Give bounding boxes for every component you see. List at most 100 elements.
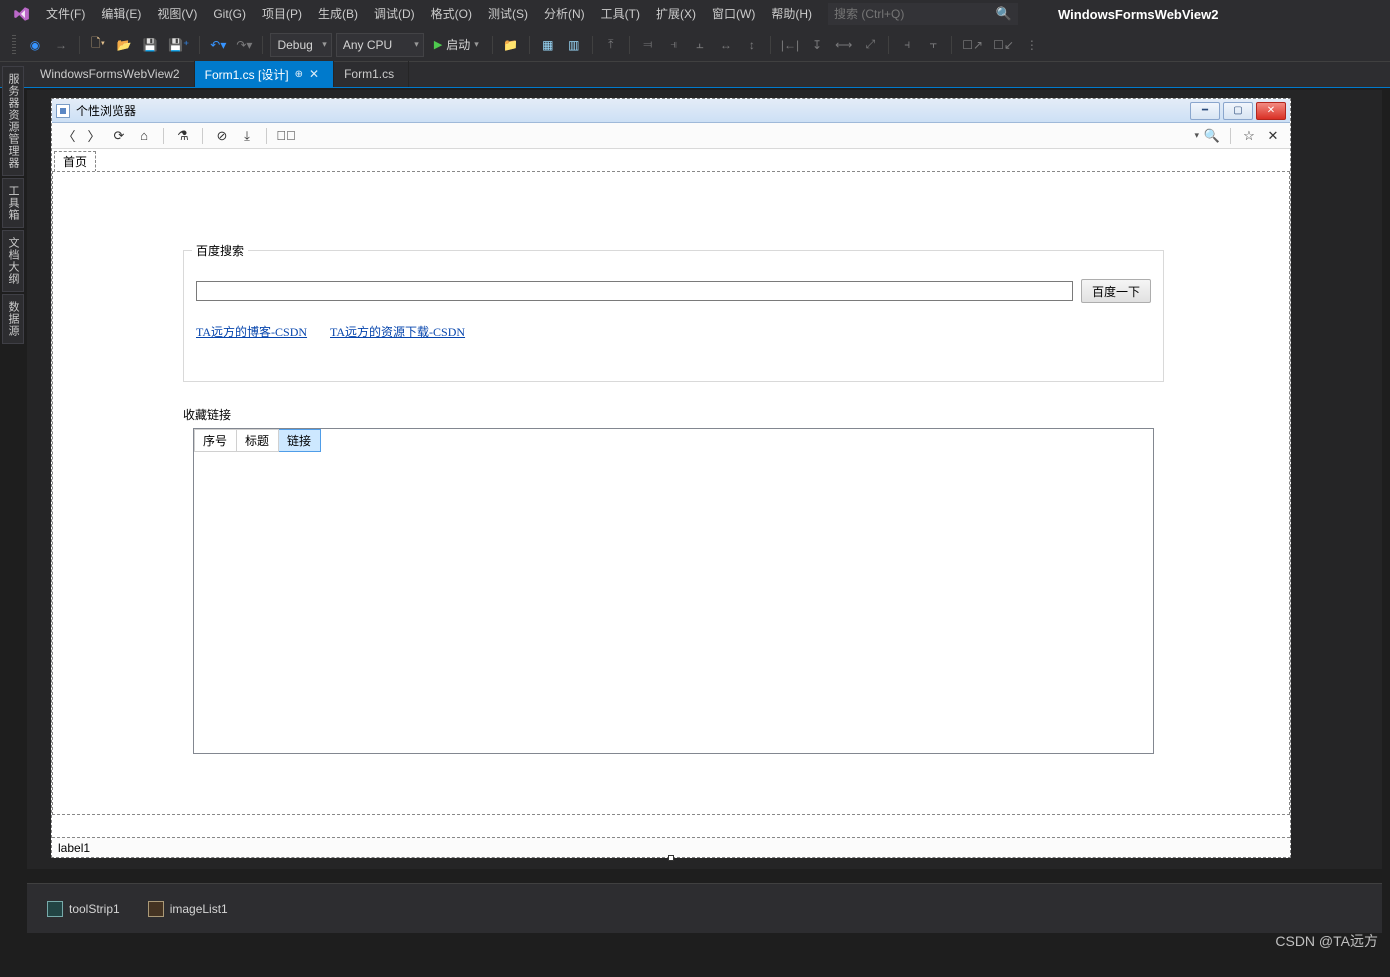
resize-handle[interactable] xyxy=(668,855,674,861)
start-debug-button[interactable]: ▶ 启动 ▾ xyxy=(428,33,485,57)
menu-test[interactable]: 测试(S) xyxy=(480,0,536,28)
menu-view[interactable]: 视图(V) xyxy=(149,0,205,28)
tray-label: imageList1 xyxy=(170,902,228,916)
spacing-icon-2[interactable]: ↧ xyxy=(806,33,828,57)
document-tab-well: WindowsFormsWebView2 Form1.cs [设计] ⊕ ✕ F… xyxy=(0,62,1390,88)
stop-icon[interactable]: ⊘ xyxy=(211,125,233,147)
link-blog[interactable]: TA远方的博客-CSDN xyxy=(196,323,307,340)
layout-icon-3[interactable]: ⫠ xyxy=(689,33,711,57)
menu-edit[interactable]: 编辑(E) xyxy=(93,0,149,28)
menu-help[interactable]: 帮助(H) xyxy=(763,0,820,28)
menu-extensions[interactable]: 扩展(X) xyxy=(648,0,704,28)
undo-button[interactable]: ↶▾ xyxy=(207,33,229,57)
favorite-icon[interactable]: ☆ xyxy=(1238,125,1260,147)
tray-imagelist[interactable]: imageList1 xyxy=(148,901,228,917)
close-button[interactable]: ✕ xyxy=(1256,102,1286,120)
pin-icon[interactable]: ⊕ xyxy=(295,69,303,80)
tray-toolstrip[interactable]: toolStrip1 xyxy=(47,901,120,917)
toolbox-tab[interactable]: 工具箱 xyxy=(2,178,24,228)
spacing-icon-3[interactable]: ⟷ xyxy=(832,33,855,57)
align-left-icon[interactable]: ⤒ xyxy=(600,33,622,57)
nav-forward-button[interactable]: → xyxy=(50,33,72,57)
menu-tools[interactable]: 工具(T) xyxy=(593,0,648,28)
tool-icon-1[interactable]: 📁 xyxy=(500,33,522,57)
search-submit-button[interactable]: 百度一下 xyxy=(1081,279,1151,303)
order-icon-2[interactable]: ☐↙ xyxy=(990,33,1017,57)
favorites-datagrid[interactable]: 序号 标题 链接 xyxy=(193,428,1154,754)
save-all-button[interactable]: 💾⁺ xyxy=(165,33,192,57)
menu-build[interactable]: 生成(B) xyxy=(310,0,366,28)
spacing-icon-4[interactable]: ⤢ xyxy=(859,33,881,57)
col-title[interactable]: 标题 xyxy=(237,430,279,452)
order-icon-1[interactable]: ☐↗ xyxy=(959,33,986,57)
tab-page[interactable]: 百度搜索 百度一下 TA远方的博客-CSDN TA远方的资源下载-CSDN 收藏… xyxy=(52,171,1290,815)
tab-home[interactable]: 首页 xyxy=(54,151,96,172)
main-toolbar: ◉ → 🗋▾ 📂 💾 💾⁺ ↶▾ ↷▾ Debug Any CPU ▶ 启动 ▾… xyxy=(0,28,1390,62)
toolbar-separator xyxy=(592,36,593,54)
new-item-button[interactable]: 🗋▾ xyxy=(87,33,109,57)
designer-surface[interactable]: 个性浏览器 ━ ▢ ✕ 〈 〉 ⟳ ⌂ ⚗ ⊘ ⤓ ✓⃝ ▾ 🔍 ☆ ✕ xyxy=(27,90,1382,869)
layout-icon-4[interactable]: ↔ xyxy=(715,33,737,57)
server-explorer-tab[interactable]: 服务器资源管理器 xyxy=(2,66,24,176)
close-icon[interactable]: ✕ xyxy=(309,67,319,81)
global-search-input[interactable] xyxy=(828,3,1018,25)
dropdown-icon[interactable]: ▾ xyxy=(1194,130,1199,141)
dist-icon-2[interactable]: ⫟ xyxy=(922,33,944,57)
redo-button[interactable]: ↷▾ xyxy=(233,33,255,57)
home-icon[interactable]: ⌂ xyxy=(133,125,155,147)
datasources-tab[interactable]: 数据源 xyxy=(2,294,24,344)
doc-outline-tab[interactable]: 文档大纲 xyxy=(2,230,24,292)
layout-icon-1[interactable]: ⫤ xyxy=(637,33,659,57)
menu-window[interactable]: 窗口(W) xyxy=(704,0,763,28)
tab-designer[interactable]: Form1.cs [设计] ⊕ ✕ xyxy=(195,61,334,87)
winform-titlebar: 个性浏览器 ━ ▢ ✕ xyxy=(52,99,1290,123)
menu-project[interactable]: 项目(P) xyxy=(254,0,310,28)
toolstrip-icon xyxy=(47,901,63,917)
layout-icon-5[interactable]: ↕ xyxy=(741,33,763,57)
layout-icon-2[interactable]: ⫣ xyxy=(663,33,685,57)
winform-root[interactable]: 个性浏览器 ━ ▢ ✕ 〈 〉 ⟳ ⌂ ⚗ ⊘ ⤓ ✓⃝ ▾ 🔍 ☆ ✕ xyxy=(51,98,1291,858)
browser-toolstrip: 〈 〉 ⟳ ⌂ ⚗ ⊘ ⤓ ✓⃝ ▾ 🔍 ☆ ✕ xyxy=(52,123,1290,149)
menu-git[interactable]: Git(G) xyxy=(205,0,254,28)
tool-icon-3[interactable]: ▥ xyxy=(563,33,585,57)
col-link[interactable]: 链接 xyxy=(279,430,321,452)
tab-code[interactable]: Form1.cs xyxy=(334,61,409,87)
dist-icon-1[interactable]: ⫞ xyxy=(896,33,918,57)
link-download[interactable]: TA远方的资源下载-CSDN xyxy=(330,323,465,340)
menubar: 文件(F) 编辑(E) 视图(V) Git(G) 项目(P) 生成(B) 调试(… xyxy=(0,0,1390,28)
spacing-icon-1[interactable]: |←| xyxy=(778,33,802,57)
open-file-button[interactable]: 📂 xyxy=(113,33,135,57)
toolbar-separator xyxy=(951,36,952,54)
config-dropdown[interactable]: Debug xyxy=(270,33,331,57)
minimize-button[interactable]: ━ xyxy=(1190,102,1220,120)
search-textbox[interactable] xyxy=(196,281,1073,301)
menu-format[interactable]: 格式(O) xyxy=(423,0,480,28)
nav-forward-icon[interactable]: 〉 xyxy=(83,125,105,147)
search-group-title: 百度搜索 xyxy=(192,242,248,259)
clear-icon[interactable]: ✕ xyxy=(1262,125,1284,147)
tool-icon-2[interactable]: ▦ xyxy=(537,33,559,57)
platform-dropdown[interactable]: Any CPU xyxy=(336,33,424,57)
winform-statusbar: label1 xyxy=(52,837,1290,857)
search-icon[interactable]: 🔍 xyxy=(1201,125,1223,147)
tab-project[interactable]: WindowsFormsWebView2 xyxy=(30,61,195,87)
menu-analyze[interactable]: 分析(N) xyxy=(536,0,593,28)
toolbar-grip[interactable] xyxy=(12,35,16,55)
save-button[interactable]: 💾 xyxy=(139,33,161,57)
nav-back-button[interactable]: ◉ xyxy=(24,33,46,57)
download-icon[interactable]: ⤓ xyxy=(236,125,258,147)
watermark-text: CSDN @TA远方 xyxy=(1275,931,1378,951)
nav-back-icon[interactable]: 〈 xyxy=(58,125,80,147)
order-icon-3[interactable]: ⋮ xyxy=(1021,33,1043,57)
toolbar-separator xyxy=(79,36,80,54)
check-icon[interactable]: ✓⃝ xyxy=(275,125,297,147)
refresh-icon[interactable]: ⟳ xyxy=(108,125,130,147)
flask-icon[interactable]: ⚗ xyxy=(172,125,194,147)
maximize-button[interactable]: ▢ xyxy=(1223,102,1253,120)
ts-separator xyxy=(1230,128,1231,144)
ts-separator xyxy=(202,128,203,144)
menu-debug[interactable]: 调试(D) xyxy=(366,0,423,28)
tray-label: toolStrip1 xyxy=(69,902,120,916)
col-index[interactable]: 序号 xyxy=(195,430,237,452)
menu-file[interactable]: 文件(F) xyxy=(38,0,93,28)
